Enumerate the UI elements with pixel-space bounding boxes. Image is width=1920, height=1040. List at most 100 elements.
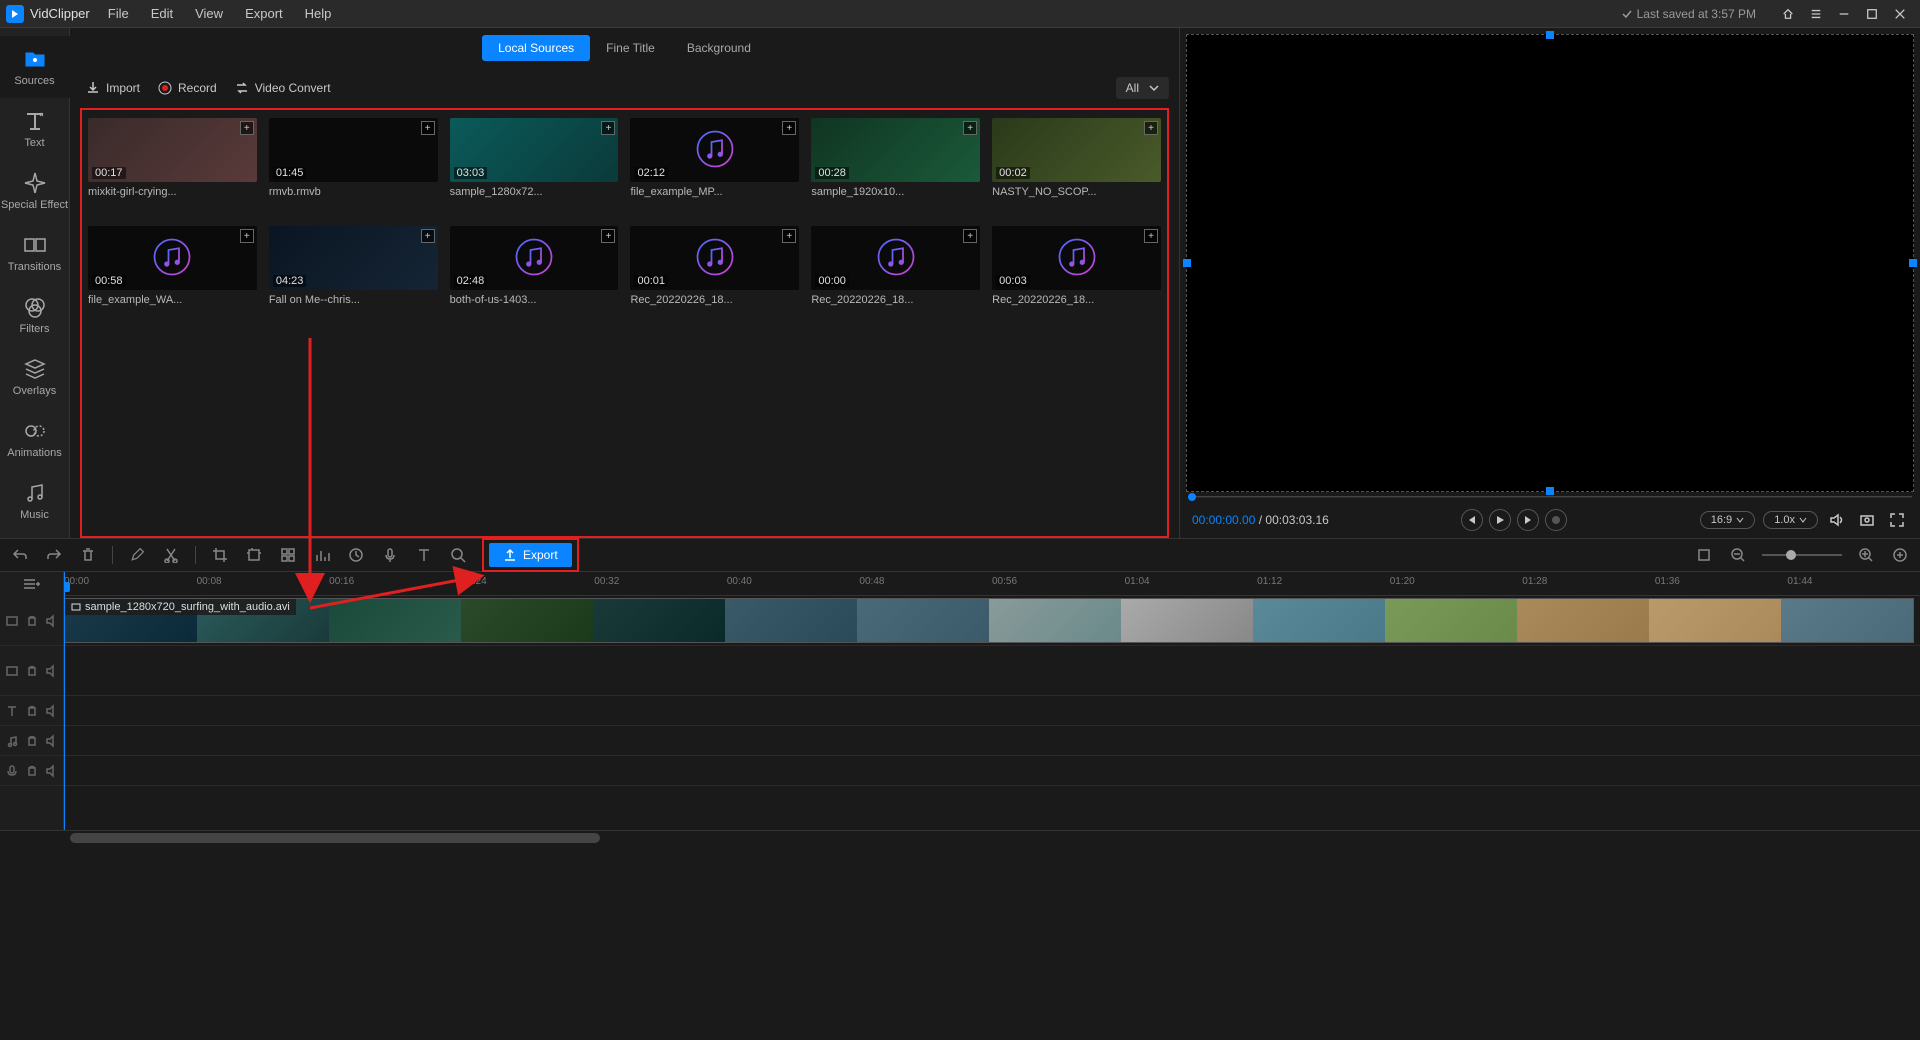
media-thumbnail[interactable]: +00:02 bbox=[992, 118, 1161, 182]
zoom-in-button[interactable] bbox=[1856, 545, 1876, 565]
fullscreen-icon[interactable] bbox=[1886, 509, 1908, 531]
next-frame-button[interactable] bbox=[1517, 509, 1539, 531]
media-item[interactable]: +02:12file_example_MP... bbox=[630, 118, 799, 218]
tab-background[interactable]: Background bbox=[671, 35, 767, 61]
close-icon[interactable] bbox=[1886, 4, 1914, 24]
preview-canvas[interactable] bbox=[1186, 34, 1914, 492]
crop-button[interactable] bbox=[210, 545, 230, 565]
media-item[interactable]: +00:17mixkit-girl-crying... bbox=[88, 118, 257, 218]
resize-handle-right[interactable] bbox=[1909, 259, 1917, 267]
sidebar-item-music[interactable]: Music bbox=[0, 470, 70, 532]
add-to-timeline-button[interactable]: + bbox=[963, 229, 977, 243]
sidebar-item-transitions[interactable]: Transitions bbox=[0, 222, 70, 284]
track-head-voice[interactable] bbox=[0, 756, 63, 786]
horizontal-scrollbar[interactable] bbox=[0, 830, 1920, 844]
export-button[interactable]: Export bbox=[489, 543, 572, 567]
add-to-timeline-button[interactable]: + bbox=[240, 121, 254, 135]
duration-button[interactable] bbox=[346, 545, 366, 565]
video-convert-button[interactable]: Video Convert bbox=[235, 81, 331, 95]
add-to-timeline-button[interactable]: + bbox=[782, 121, 796, 135]
media-thumbnail[interactable]: +01:45 bbox=[269, 118, 438, 182]
add-to-timeline-button[interactable]: + bbox=[240, 229, 254, 243]
tab-local-sources[interactable]: Local Sources bbox=[482, 35, 590, 61]
sidebar-item-text[interactable]: Text bbox=[0, 98, 70, 160]
media-thumbnail[interactable]: +00:03 bbox=[992, 226, 1161, 290]
scrollbar-thumb[interactable] bbox=[70, 833, 600, 843]
marker-button[interactable] bbox=[1694, 545, 1714, 565]
prev-frame-button[interactable] bbox=[1461, 509, 1483, 531]
media-item[interactable]: +01:45rmvb.rmvb bbox=[269, 118, 438, 218]
aspect-ratio-select[interactable]: 16:9 bbox=[1700, 511, 1755, 529]
sidebar-item-filters[interactable]: Filters bbox=[0, 284, 70, 346]
resize-handle-top[interactable] bbox=[1546, 31, 1554, 39]
voice-track[interactable] bbox=[64, 756, 1920, 786]
add-to-timeline-button[interactable]: + bbox=[782, 229, 796, 243]
menu-edit[interactable]: Edit bbox=[151, 6, 173, 21]
media-item[interactable]: +00:03Rec_20220226_18... bbox=[992, 226, 1161, 326]
add-to-timeline-button[interactable]: + bbox=[1144, 121, 1158, 135]
media-thumbnail[interactable]: +00:00 bbox=[811, 226, 980, 290]
speed-select[interactable]: 1.0x bbox=[1763, 511, 1818, 529]
media-thumbnail[interactable]: +02:48 bbox=[450, 226, 619, 290]
delete-button[interactable] bbox=[78, 545, 98, 565]
media-item[interactable]: +00:00Rec_20220226_18... bbox=[811, 226, 980, 326]
resize-handle-bottom[interactable] bbox=[1546, 487, 1554, 495]
record-button[interactable]: Record bbox=[158, 81, 217, 95]
home-icon[interactable] bbox=[1774, 4, 1802, 24]
stop-button[interactable] bbox=[1545, 509, 1567, 531]
media-item[interactable]: +02:48both-of-us-1403... bbox=[450, 226, 619, 326]
volume-icon[interactable] bbox=[1826, 509, 1848, 531]
media-thumbnail[interactable]: +04:23 bbox=[269, 226, 438, 290]
split-button[interactable] bbox=[161, 545, 181, 565]
playhead[interactable] bbox=[64, 572, 65, 830]
sidebar-item-overlays[interactable]: Overlays bbox=[0, 346, 70, 408]
sidebar-item-sources[interactable]: Sources bbox=[0, 36, 70, 98]
text-track[interactable] bbox=[64, 696, 1920, 726]
media-thumbnail[interactable]: +00:58 bbox=[88, 226, 257, 290]
menu-view[interactable]: View bbox=[195, 6, 223, 21]
zoom-out-button[interactable] bbox=[1728, 545, 1748, 565]
media-item[interactable]: +04:23Fall on Me--chris... bbox=[269, 226, 438, 326]
add-to-timeline-button[interactable]: + bbox=[1144, 229, 1158, 243]
track-head-audio[interactable] bbox=[0, 726, 63, 756]
track-head-text[interactable] bbox=[0, 696, 63, 726]
undo-button[interactable] bbox=[10, 545, 30, 565]
zoom-fit-button[interactable] bbox=[1890, 545, 1910, 565]
track-head-video[interactable] bbox=[0, 596, 63, 646]
tab-fine-title[interactable]: Fine Title bbox=[590, 35, 671, 61]
media-item[interactable]: +00:02NASTY_NO_SCOP... bbox=[992, 118, 1161, 218]
filter-select[interactable]: All bbox=[1116, 77, 1169, 99]
mosaic-button[interactable] bbox=[278, 545, 298, 565]
media-thumbnail[interactable]: +00:17 bbox=[88, 118, 257, 182]
video-track[interactable]: sample_1280x720_surfing_with_audio.avi bbox=[64, 596, 1920, 646]
track-head-overlay[interactable] bbox=[0, 646, 63, 696]
add-to-timeline-button[interactable]: + bbox=[601, 121, 615, 135]
menu-file[interactable]: File bbox=[108, 6, 129, 21]
timeline-ruler[interactable]: 00:0000:0800:1600:2400:3200:4000:4800:56… bbox=[64, 572, 1920, 596]
menu-icon[interactable] bbox=[1802, 4, 1830, 24]
snapshot-icon[interactable] bbox=[1856, 509, 1878, 531]
minimize-icon[interactable] bbox=[1830, 4, 1858, 24]
media-thumbnail[interactable]: +00:01 bbox=[630, 226, 799, 290]
audio-track[interactable] bbox=[64, 726, 1920, 756]
add-track-button[interactable] bbox=[0, 572, 63, 596]
crop2-button[interactable] bbox=[244, 545, 264, 565]
sidebar-item-animations[interactable]: Animations bbox=[0, 408, 70, 470]
add-to-timeline-button[interactable]: + bbox=[421, 121, 435, 135]
media-item[interactable]: +00:28sample_1920x10... bbox=[811, 118, 980, 218]
zoom-region-button[interactable] bbox=[448, 545, 468, 565]
edit-button[interactable] bbox=[127, 545, 147, 565]
sidebar-item-special-effect[interactable]: Special Effect bbox=[0, 160, 70, 222]
seek-knob[interactable] bbox=[1188, 493, 1196, 501]
add-to-timeline-button[interactable]: + bbox=[421, 229, 435, 243]
text-button[interactable] bbox=[414, 545, 434, 565]
redo-button[interactable] bbox=[44, 545, 64, 565]
media-thumbnail[interactable]: +02:12 bbox=[630, 118, 799, 182]
overlay-track[interactable] bbox=[64, 646, 1920, 696]
import-button[interactable]: Import bbox=[86, 81, 140, 95]
add-to-timeline-button[interactable]: + bbox=[601, 229, 615, 243]
media-thumbnail[interactable]: +03:03 bbox=[450, 118, 619, 182]
resize-handle-left[interactable] bbox=[1183, 259, 1191, 267]
play-button[interactable] bbox=[1489, 509, 1511, 531]
media-thumbnail[interactable]: +00:28 bbox=[811, 118, 980, 182]
